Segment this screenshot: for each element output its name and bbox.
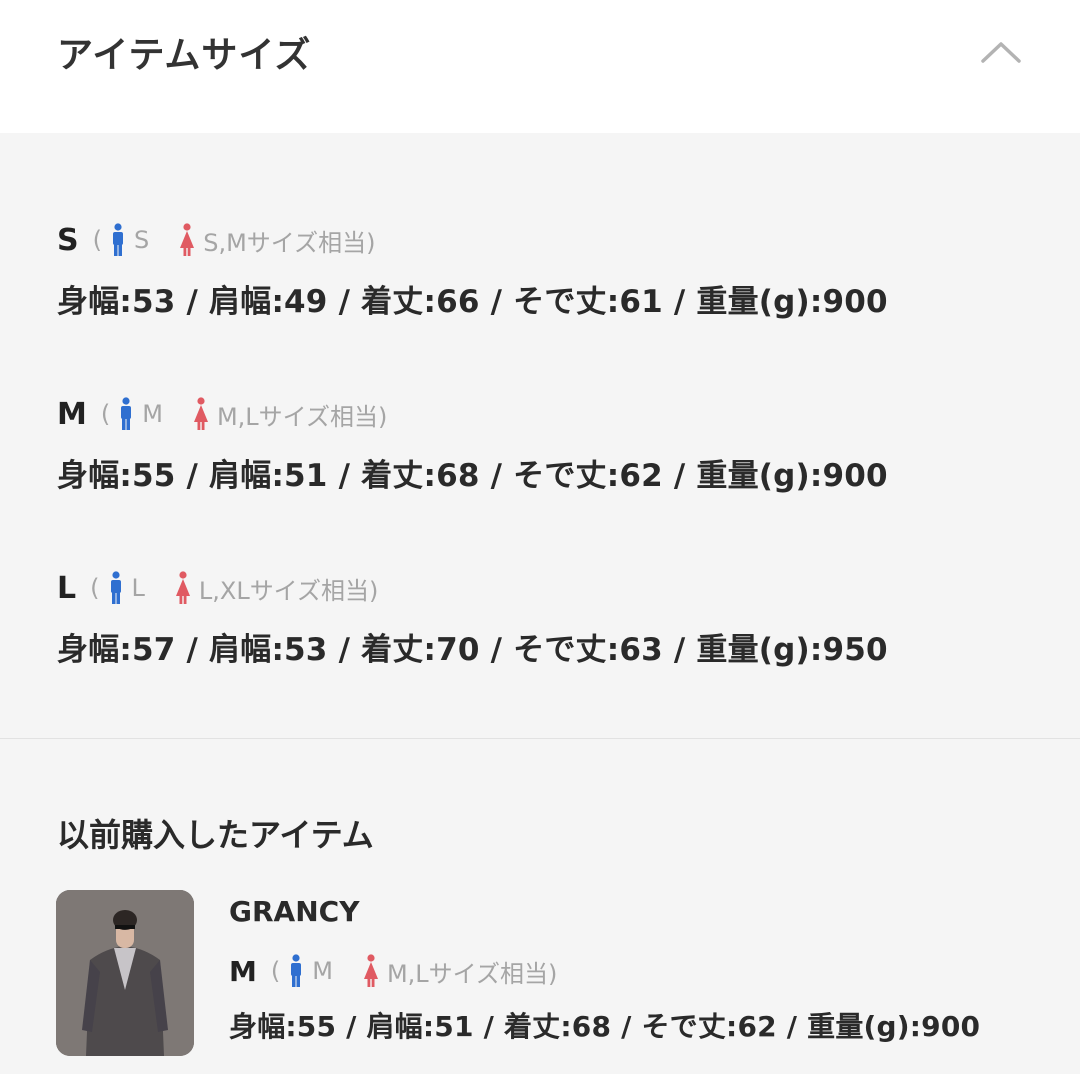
male-size: M [312,957,333,985]
female-icon [175,571,190,604]
male-icon [110,571,121,604]
male-size: L [131,574,145,602]
product-photo [56,890,194,1056]
male-size: M [142,400,163,428]
size-equivalent: ( M M,Lサイズ相当) [271,954,557,989]
size-measurements: 身幅:55 / 肩幅:51 / 着丈:68 / そで丈:62 / 重量(g):9… [57,458,888,494]
female-icon [180,223,195,256]
female-size: M,Lサイズ相当) [216,402,388,431]
male-icon [121,397,132,430]
size-measurements: 身幅:55 / 肩幅:51 / 着丈:68 / そで丈:62 / 重量(g):9… [229,1010,981,1043]
size-measurements: 身幅:57 / 肩幅:53 / 着丈:70 / そで丈:63 / 重量(g):9… [57,632,888,668]
open-paren: ( [270,957,281,985]
size-code: M [57,396,87,432]
product-thumbnail[interactable] [56,890,194,1056]
female-icon [363,954,378,987]
female-icon [193,397,208,430]
size-code: L [57,570,77,606]
open-paren: ( [100,400,111,428]
section-title: アイテムサイズ [57,35,312,76]
previous-item-info[interactable]: GRANCY M ( M M,Lサイズ相当) 身幅:55 / 肩幅:51 / 着… [229,895,980,1045]
open-paren: ( [90,574,100,602]
size-row-s: S ( S S,Mサイズ相当) 身幅:53 / 肩幅:49 / 着丈:66 / … [57,220,888,321]
brand-name: GRANCY [229,895,360,928]
size-code: M [229,954,257,988]
size-measurements: 身幅:53 / 肩幅:49 / 着丈:66 / そで丈:61 / 重量(g):9… [57,284,888,320]
male-icon [291,954,302,987]
size-row-m: M ( M M,Lサイズ相当) 身幅:55 / 肩幅:51 / 着丈:68 / … [57,394,888,495]
open-paren: ( [92,226,102,254]
male-icon [112,223,123,256]
size-equivalent: ( S S,Mサイズ相当) [92,223,376,258]
female-size: L,XLサイズ相当) [198,576,379,605]
size-row-l: L ( L L,XLサイズ相当) 身幅:57 / 肩幅:53 / 着丈:70 /… [57,568,888,669]
item-size-header[interactable]: アイテムサイズ [0,0,1080,133]
female-size: S,Mサイズ相当) [203,228,376,257]
previous-items-title: 以前購入したアイテム [57,816,374,854]
chevron-up-icon[interactable] [980,40,1022,64]
size-equivalent: ( L L,XLサイズ相当) [90,571,378,606]
female-size: M,Lサイズ相当) [386,959,558,988]
size-code: S [57,222,79,258]
male-size: S [133,226,150,254]
section-divider [0,738,1080,739]
size-equivalent: ( M M,Lサイズ相当) [101,397,387,432]
